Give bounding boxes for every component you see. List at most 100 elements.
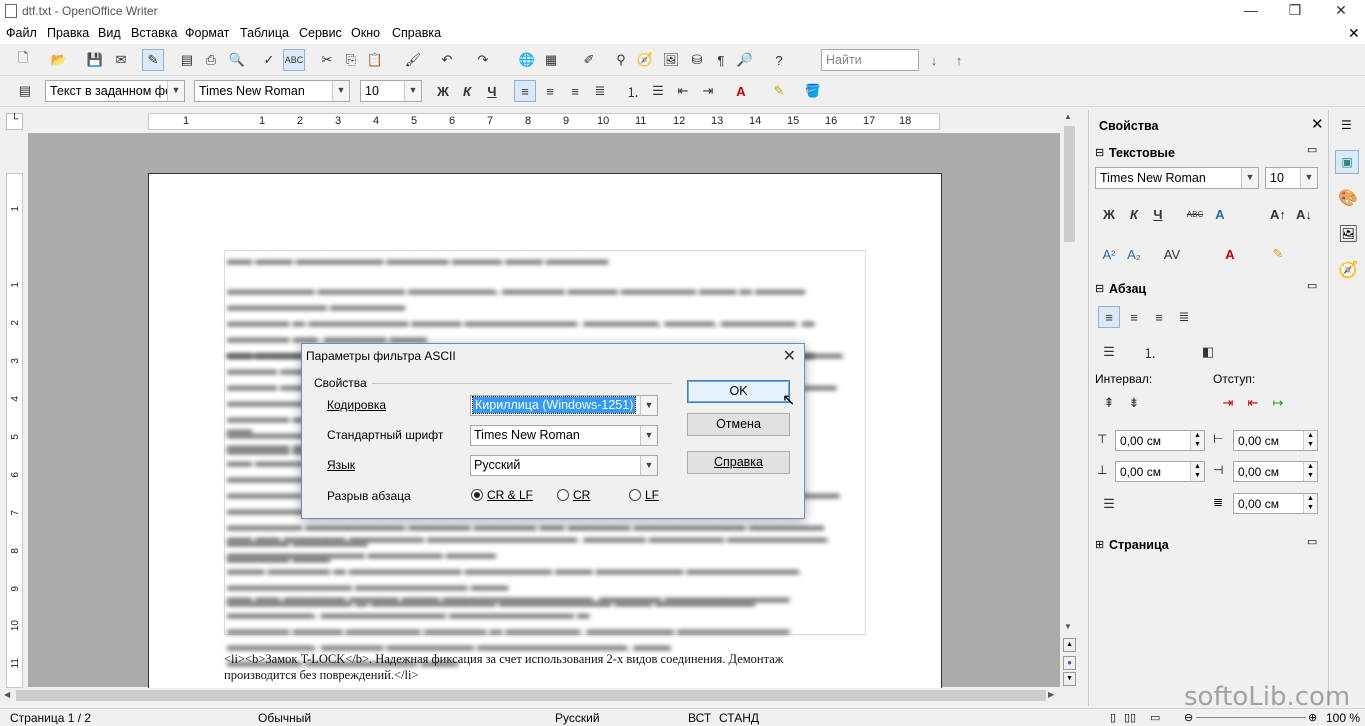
undo-icon[interactable]: ↶ (436, 49, 458, 71)
spin-arrows-icon[interactable]: ▲ ▼ (1303, 431, 1317, 450)
ok-button[interactable]: OK (687, 380, 790, 403)
language-select[interactable]: Русский ▼ (470, 455, 658, 476)
find-replace-icon[interactable]: ⚲ (610, 49, 632, 71)
redo-icon[interactable]: ↷ (472, 49, 494, 71)
menu-file[interactable]: Файл (6, 26, 37, 40)
restore-button[interactable]: ❐ (1272, 0, 1318, 22)
sidebar-font-select[interactable]: Times New Roman ▼ (1095, 167, 1259, 189)
email-icon[interactable]: ✉ (110, 49, 132, 71)
indent-before-input[interactable]: 0,00 см ▲ ▼ (1233, 430, 1318, 451)
more-options-icon[interactable]: ▭ (1307, 535, 1317, 548)
decrease-spacing-icon[interactable]: ⇟ (1123, 392, 1145, 414)
space-above-input[interactable]: 0,00 см ▲ ▼ (1115, 430, 1205, 451)
zoom-out-icon[interactable]: ⊖ (1184, 711, 1193, 724)
sidebar-align-center-icon[interactable]: ≡ (1123, 306, 1145, 328)
status-language[interactable]: Русский (555, 711, 600, 725)
zoom-icon[interactable]: 🔎 (734, 49, 756, 71)
selection-mode[interactable]: СТАНД (719, 711, 759, 725)
underline-button[interactable]: Ч (481, 80, 503, 102)
zoom-level[interactable]: 100 % (1326, 711, 1360, 725)
copy-icon[interactable]: ⎘ (340, 49, 362, 71)
align-left-icon[interactable]: ≡ (514, 80, 536, 102)
encoding-select[interactable]: Кириллица (Windows-1251) ▼ (470, 395, 658, 416)
sidebar-decrease-indent-icon[interactable]: ⇤ (1242, 392, 1264, 414)
formatting-marks-icon[interactable]: ¶ (710, 49, 732, 71)
sidebar-underline-button[interactable]: Ч (1147, 203, 1169, 225)
expand-icon[interactable]: ⊞ (1095, 538, 1104, 551)
close-button[interactable]: ✕ (1318, 0, 1364, 22)
font-name-select[interactable]: Times New Roman ▼ (194, 80, 350, 102)
numbering-icon[interactable]: ⒈ (622, 80, 644, 102)
print-icon[interactable]: ⎙ (200, 49, 222, 71)
vertical-scrollbar[interactable]: ▲ ▼ ▲ ● ▼ (1062, 110, 1077, 688)
shrink-font-icon[interactable]: A↓ (1293, 203, 1315, 225)
zoom-in-icon[interactable]: ⊕ (1308, 711, 1317, 724)
horizontal-ruler[interactable]: 1 1 2 3 4 5 6 7 8 9 10 11 12 13 14 15 16… (148, 113, 940, 130)
next-page-icon[interactable]: ▼ (1063, 672, 1076, 686)
layout-multi-icon[interactable]: ▯▯ (1124, 711, 1136, 724)
find-next-icon[interactable]: ↓ (923, 49, 945, 71)
decrease-indent-icon[interactable]: ⇤ (672, 80, 694, 102)
menu-help[interactable]: Справка (392, 26, 441, 40)
gallery-icon[interactable]: 🖼 (660, 49, 682, 71)
minimize-button[interactable]: — (1228, 0, 1274, 22)
shadow-icon[interactable]: A (1209, 203, 1231, 225)
scroll-thumb[interactable] (16, 690, 1046, 701)
styles-icon[interactable]: ▤ (14, 80, 36, 102)
layout-single-icon[interactable]: ▯ (1110, 711, 1116, 724)
radio-lf[interactable] (629, 489, 641, 501)
page-style[interactable]: Обычный (258, 711, 311, 725)
find-previous-icon[interactable]: ↑ (948, 49, 970, 71)
menu-window[interactable]: Окно (351, 26, 380, 40)
sidebar-size-select[interactable]: 10 ▼ (1265, 167, 1318, 189)
navigator-tab-icon[interactable]: 🧭 (1338, 260, 1358, 280)
sidebar-justify-icon[interactable]: ≣ (1173, 306, 1195, 328)
scroll-thumb[interactable] (1064, 126, 1075, 242)
styles-tab-icon[interactable]: 🎨 (1338, 188, 1358, 208)
layout-book-icon[interactable]: ▭ (1150, 711, 1160, 724)
character-spacing-icon[interactable]: AV (1161, 243, 1183, 265)
italic-button[interactable]: К (456, 80, 478, 102)
paragraph-background-icon[interactable]: ◧ (1197, 341, 1219, 363)
line-spacing-icon[interactable]: ☰ (1098, 493, 1120, 515)
strikethrough-icon[interactable]: ABC (1184, 203, 1206, 225)
collapse-icon[interactable]: ⊟ (1095, 282, 1104, 295)
cancel-button[interactable]: Отмена (687, 413, 790, 436)
sidebar-menu-icon[interactable]: ☰ (1341, 118, 1352, 132)
scroll-down-icon[interactable]: ▼ (1064, 622, 1072, 631)
zoom-slider[interactable] (1196, 717, 1306, 718)
hanging-indent-icon[interactable]: ↦ (1267, 392, 1289, 414)
background-color-icon[interactable]: 🪣 (802, 80, 824, 102)
menu-table[interactable]: Таблица (240, 26, 289, 40)
font-color-icon[interactable]: A (730, 80, 752, 102)
sidebar-italic-button[interactable]: К (1123, 203, 1145, 225)
indent-after-input[interactable]: 0,00 см ▲ ▼ (1233, 461, 1318, 482)
navigation-icon[interactable]: ● (1063, 656, 1076, 670)
autospellcheck-icon[interactable]: ABC (283, 49, 305, 71)
sidebar-align-left-icon[interactable]: ≡ (1098, 306, 1120, 328)
grow-font-icon[interactable]: A↑ (1267, 203, 1289, 225)
sidebar-font-color-icon[interactable]: A (1219, 243, 1241, 265)
sidebar-align-right-icon[interactable]: ≡ (1148, 306, 1170, 328)
menu-edit[interactable]: Правка (47, 26, 89, 40)
sidebar-highlight-icon[interactable]: ✎ (1267, 243, 1289, 265)
menu-insert[interactable]: Вставка (131, 26, 177, 40)
sidebar-close-icon[interactable]: ✕ (1311, 115, 1324, 133)
align-right-icon[interactable]: ≡ (564, 80, 586, 102)
font-size-select[interactable]: 10 ▼ (360, 80, 422, 102)
scroll-right-icon[interactable]: ▶ (1048, 690, 1054, 699)
previous-page-icon[interactable]: ▲ (1063, 638, 1076, 652)
more-options-icon[interactable]: ▭ (1307, 143, 1317, 156)
data-sources-icon[interactable]: ⛁ (686, 49, 708, 71)
save-icon[interactable]: 💾 (84, 49, 106, 71)
new-document-icon[interactable]: 🗋 (12, 49, 34, 71)
horizontal-scrollbar[interactable]: ◀ ▶ (0, 688, 1062, 703)
scroll-up-icon[interactable]: ▲ (1064, 112, 1072, 121)
draw-functions-icon[interactable]: ✐ (578, 49, 600, 71)
sidebar-numbering-icon[interactable]: ⒈ (1139, 341, 1161, 363)
increase-indent-icon[interactable]: ⇥ (697, 80, 719, 102)
edit-mode-icon[interactable]: ✎ (142, 49, 164, 71)
justify-icon[interactable]: ≣ (589, 80, 611, 102)
spin-arrows-icon[interactable]: ▲ ▼ (1190, 462, 1204, 481)
open-icon[interactable]: 📂 (48, 49, 70, 71)
